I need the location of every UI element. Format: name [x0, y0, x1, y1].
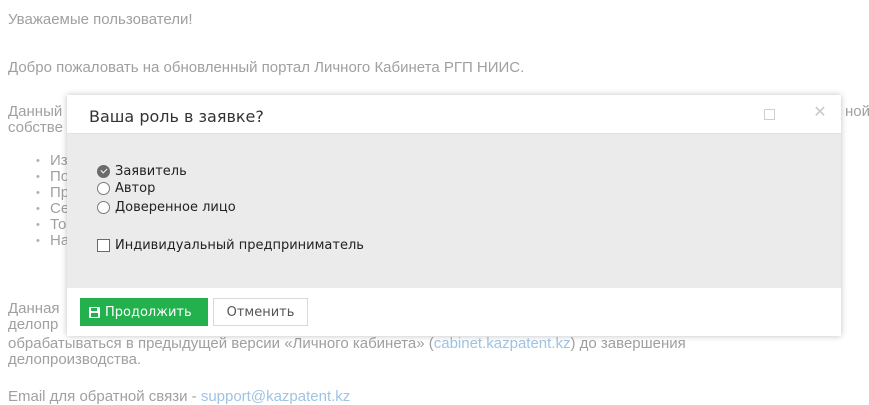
role-option-applicant[interactable]: Заявитель	[97, 164, 187, 179]
dialog-footer: Продолжить Отменить	[67, 288, 841, 336]
maximize-icon[interactable]	[764, 109, 775, 120]
role-dialog: Ваша роль в заявке? ✕ Заявитель Автор До…	[67, 95, 841, 336]
entrepreneur-option[interactable]: Индивидуальный предприниматель	[97, 238, 364, 253]
radio-icon[interactable]	[97, 182, 110, 195]
dialog-header: Ваша роль в заявке? ✕	[67, 95, 841, 134]
radio-checked-icon[interactable]	[97, 165, 110, 178]
close-icon[interactable]: ✕	[812, 105, 828, 121]
role-label: Заявитель	[115, 164, 187, 179]
radio-icon[interactable]	[97, 201, 110, 214]
entrepreneur-checkbox[interactable]	[97, 239, 110, 252]
role-label: Доверенное лицо	[115, 200, 236, 215]
cancel-button[interactable]: Отменить	[213, 298, 308, 326]
continue-label: Продолжить	[105, 304, 192, 320]
dialog-title: Ваша роль в заявке?	[89, 107, 264, 126]
continue-button[interactable]: Продолжить	[80, 298, 208, 326]
entrepreneur-label: Индивидуальный предприниматель	[115, 238, 364, 253]
cancel-label: Отменить	[226, 304, 295, 320]
role-option-trustee[interactable]: Доверенное лицо	[97, 200, 236, 215]
role-label: Автор	[115, 181, 156, 196]
dialog-body: Заявитель Автор Доверенное лицо Индивиду…	[67, 134, 841, 288]
role-option-author[interactable]: Автор	[97, 181, 155, 196]
save-icon	[89, 306, 100, 318]
